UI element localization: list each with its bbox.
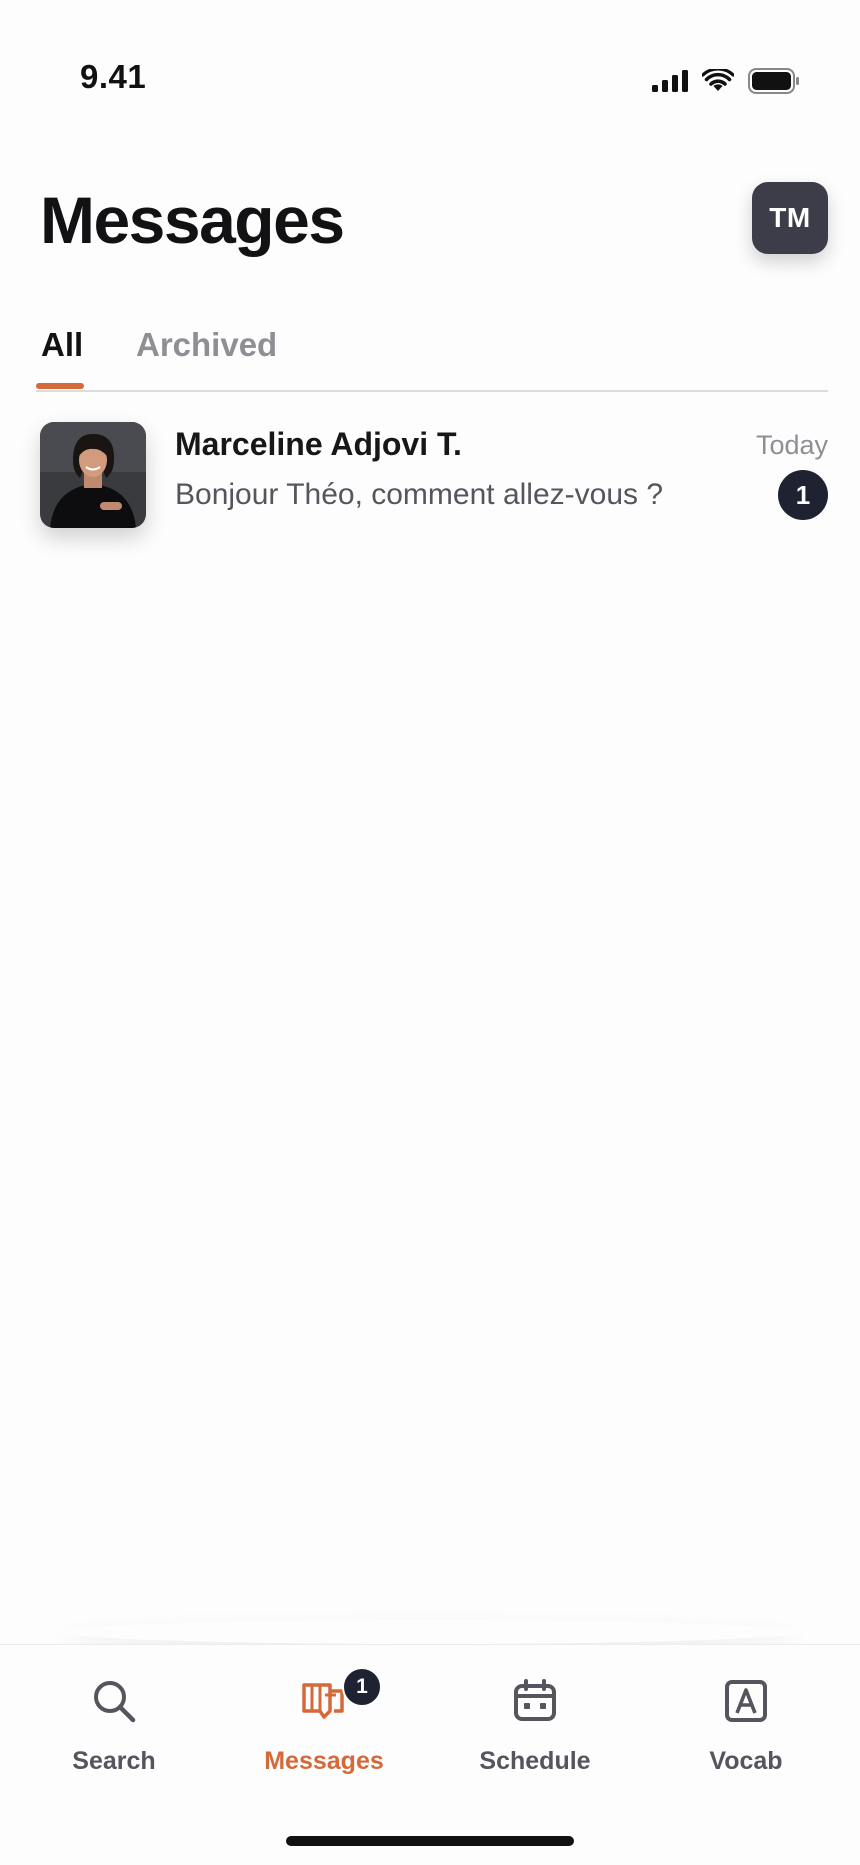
tab-all[interactable]: All bbox=[41, 326, 83, 364]
tabbar-shadow bbox=[60, 1620, 800, 1644]
vocab-icon bbox=[725, 1680, 767, 1722]
tabbar-search[interactable]: Search bbox=[24, 1677, 204, 1787]
contact-name: Marceline Adjovi T. bbox=[175, 426, 462, 462]
tabbar-label: Vocab bbox=[709, 1747, 783, 1775]
messages-tab-badge: 1 bbox=[342, 1667, 382, 1707]
tabbar-schedule[interactable]: Schedule bbox=[445, 1677, 625, 1787]
contact-avatar bbox=[40, 422, 146, 528]
status-bar: 9.41 bbox=[0, 0, 860, 110]
wifi-icon bbox=[702, 69, 734, 91]
signal-icon bbox=[652, 70, 688, 92]
active-tab-indicator bbox=[36, 383, 84, 389]
message-filter-tabs: All Archived bbox=[36, 320, 828, 392]
battery-icon bbox=[748, 68, 799, 94]
messages-icon bbox=[302, 1683, 344, 1719]
unread-badge: 1 bbox=[778, 470, 828, 520]
header: Messages TM bbox=[40, 180, 828, 260]
message-timestamp: Today bbox=[755, 430, 828, 460]
status-icons bbox=[652, 68, 800, 94]
profile-avatar-button[interactable]: TM bbox=[752, 182, 828, 254]
home-indicator bbox=[286, 1836, 574, 1846]
conversation-row[interactable]: Marceline Adjovi T. Bonjour Théo, commen… bbox=[40, 422, 828, 528]
tabbar-vocab[interactable]: Vocab bbox=[656, 1677, 836, 1787]
page-title: Messages bbox=[40, 183, 345, 257]
message-preview: Bonjour Théo, comment allez-vous ? bbox=[175, 478, 664, 511]
tab-archived[interactable]: Archived bbox=[136, 326, 277, 364]
tabbar-label: Search bbox=[72, 1747, 156, 1775]
calendar-icon bbox=[514, 1679, 556, 1721]
bottom-tab-bar: Search 1 Messages Schedule Vocab bbox=[0, 1644, 860, 1865]
tabbar-messages[interactable]: 1 Messages bbox=[234, 1667, 414, 1787]
status-time: 9.41 bbox=[80, 58, 147, 95]
search-icon bbox=[94, 1681, 136, 1723]
tabbar-label: Messages bbox=[264, 1747, 384, 1775]
tabbar-label: Schedule bbox=[479, 1747, 591, 1775]
